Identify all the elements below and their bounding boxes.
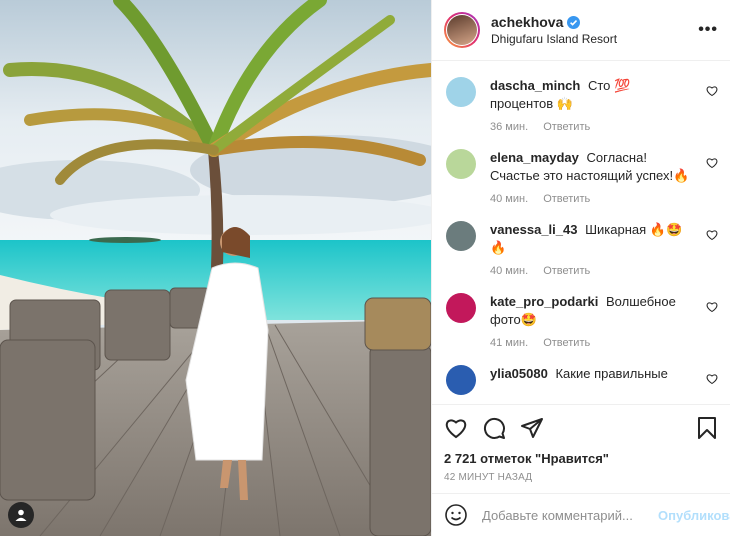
comment-item: vanessa_li_43 Шикарная 🔥🤩🔥 40 мин. Ответ…: [446, 221, 718, 277]
comment-time: 40 мин.: [490, 193, 529, 205]
comments-list[interactable]: dascha_minch Сто 💯 процентов 🙌 36 мин. О…: [432, 61, 730, 404]
more-options-icon[interactable]: •••: [698, 21, 718, 39]
comment-text-line: kate_pro_podarki Волшебное фото🤩: [490, 293, 690, 329]
author-row: achekhova: [491, 14, 698, 30]
add-comment-bar: Опубликовать: [432, 493, 730, 536]
likes-count[interactable]: 2 721 отметок "Нравится": [444, 451, 718, 466]
comment-body: elena_mayday Согласна! Счастье это насто…: [490, 149, 700, 205]
verified-badge-icon: [567, 15, 581, 29]
user-tag-icon: [15, 509, 27, 521]
reply-button[interactable]: Ответить: [543, 265, 590, 277]
commenter-avatar[interactable]: [446, 293, 476, 323]
comment-body: vanessa_li_43 Шикарная 🔥🤩🔥 40 мин. Ответ…: [490, 221, 700, 277]
commenter-avatar[interactable]: [446, 365, 476, 395]
action-icons-row: [444, 413, 718, 443]
post-time-ago: 42 минут назад: [444, 472, 533, 483]
post-actions: 2 721 отметок "Нравится" 42 минут назад: [432, 404, 730, 483]
heart-icon[interactable]: [444, 416, 468, 440]
comment-like-heart-icon[interactable]: [706, 229, 718, 244]
comment-text-line: vanessa_li_43 Шикарная 🔥🤩🔥: [490, 221, 690, 257]
comment-item: elena_mayday Согласна! Счастье это насто…: [446, 149, 718, 205]
tag-people-button[interactable]: [8, 502, 34, 528]
comment-body: dascha_minch Сто 💯 процентов 🙌 36 мин. О…: [490, 77, 700, 133]
author-avatar: [447, 15, 477, 45]
reply-button[interactable]: Ответить: [543, 193, 590, 205]
commenter-avatar[interactable]: [446, 221, 476, 251]
post-header: achekhova Dhigufaru Island Resort •••: [432, 0, 730, 61]
share-icon[interactable]: [520, 416, 544, 440]
comment-like-heart-icon[interactable]: [706, 157, 718, 172]
reply-button[interactable]: Ответить: [543, 121, 590, 133]
commenter-avatar[interactable]: [446, 77, 476, 107]
comment-meta: 41 мин. Ответить: [490, 337, 700, 349]
commenter-username[interactable]: vanessa_li_43: [490, 222, 577, 237]
comment-input[interactable]: [482, 507, 658, 523]
comment-like-heart-icon[interactable]: [706, 85, 718, 100]
author-username[interactable]: achekhova: [491, 14, 563, 30]
comment-icon[interactable]: [482, 416, 506, 440]
author-avatar-ring[interactable]: [444, 12, 480, 48]
reply-button[interactable]: Ответить: [543, 337, 590, 349]
post-location[interactable]: Dhigufaru Island Resort: [491, 32, 698, 46]
beach-photo-illustration: [0, 0, 431, 536]
commenter-avatar[interactable]: [446, 149, 476, 179]
commenter-username[interactable]: ylia05080: [490, 366, 548, 381]
comment-text: Какие правильные: [555, 366, 668, 381]
comment-text-line: elena_mayday Согласна! Счастье это насто…: [490, 149, 690, 185]
comment-meta: 36 мин. Ответить: [490, 121, 700, 133]
comment-time: 40 мин.: [490, 265, 529, 277]
comment-meta: 40 мин. Ответить: [490, 193, 700, 205]
comment-item: dascha_minch Сто 💯 процентов 🙌 36 мин. О…: [446, 77, 718, 133]
post-photo[interactable]: [0, 0, 431, 536]
commenter-username[interactable]: elena_mayday: [490, 150, 579, 165]
comment-like-heart-icon[interactable]: [706, 373, 718, 388]
comment-time: 36 мин.: [490, 121, 529, 133]
author-avatar-frame: [446, 14, 478, 46]
instagram-post: achekhova Dhigufaru Island Resort ••• da…: [0, 0, 730, 536]
comment-like-heart-icon[interactable]: [706, 301, 718, 316]
comment-body: kate_pro_podarki Волшебное фото🤩 41 мин.…: [490, 293, 700, 349]
comment-text-line: ylia05080 Какие правильные: [490, 365, 690, 383]
comment-time: 41 мин.: [490, 337, 529, 349]
publish-button[interactable]: Опубликовать: [658, 508, 730, 523]
comment-text-line: dascha_minch Сто 💯 процентов 🙌: [490, 77, 690, 113]
commenter-username[interactable]: kate_pro_podarki: [490, 294, 598, 309]
comment-body: ylia05080 Какие правильные: [490, 365, 700, 383]
post-side-panel: achekhova Dhigufaru Island Resort ••• da…: [431, 0, 730, 536]
comment-item: ylia05080 Какие правильные: [446, 365, 718, 395]
comment-meta: 40 мин. Ответить: [490, 265, 700, 277]
emoji-smiley-icon[interactable]: [444, 503, 468, 527]
header-text: achekhova Dhigufaru Island Resort: [491, 14, 698, 46]
comment-item: kate_pro_podarki Волшебное фото🤩 41 мин.…: [446, 293, 718, 349]
commenter-username[interactable]: dascha_minch: [490, 78, 580, 93]
bookmark-icon[interactable]: [696, 416, 718, 440]
